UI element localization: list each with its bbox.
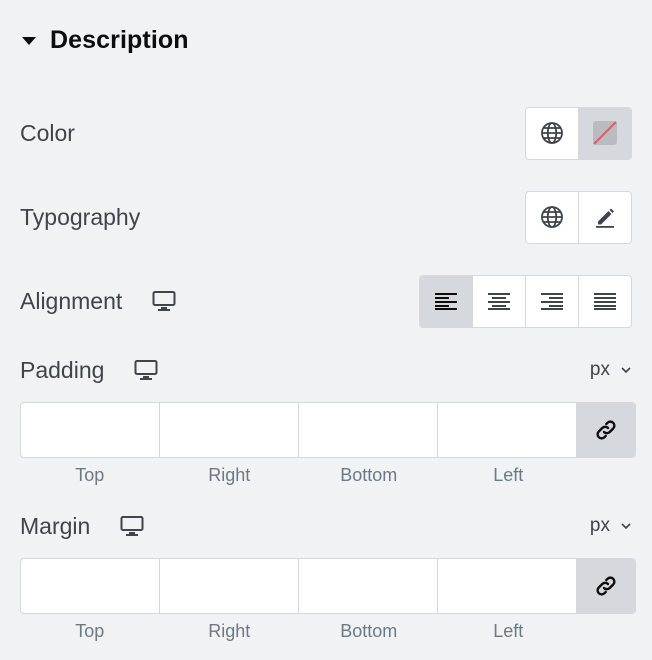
chevron-down-icon	[620, 366, 632, 374]
align-center-icon	[488, 293, 510, 310]
edit-typography-button[interactable]	[578, 191, 631, 243]
section-toggle-description[interactable]: Description	[22, 22, 189, 58]
margin-left-input[interactable]	[438, 559, 576, 613]
align-left-button[interactable]	[420, 275, 472, 327]
alignment-control: Alignment	[20, 273, 632, 329]
margin-unit-value: px	[589, 515, 610, 536]
margin-dimensions	[20, 558, 636, 614]
color-control: Color	[20, 105, 632, 161]
align-right-icon	[541, 293, 563, 310]
align-right-button[interactable]	[525, 275, 578, 327]
padding-left-label: Left	[493, 465, 524, 485]
padding-right-input[interactable]	[160, 403, 298, 457]
typography-label: Typography	[20, 203, 141, 230]
margin-bottom-input[interactable]	[299, 559, 437, 613]
padding-unit-select[interactable]: px	[590, 359, 632, 381]
globe-icon	[541, 122, 563, 144]
padding-top-label: Top	[75, 465, 105, 485]
caret-down-icon	[22, 37, 36, 45]
padding-bottom-label: Bottom	[340, 465, 398, 485]
alignment-label: Alignment	[20, 287, 123, 314]
alignment-button-group	[419, 274, 632, 328]
padding-right-label: Right	[208, 465, 251, 485]
align-justify-button[interactable]	[578, 275, 631, 327]
link-icon	[596, 576, 616, 596]
section-title: Description	[50, 25, 189, 54]
globe-icon	[541, 206, 563, 228]
align-justify-icon	[594, 293, 616, 310]
padding-link-button[interactable]	[577, 403, 635, 457]
padding-dimension-labels: Top Right Bottom Left	[20, 465, 578, 486]
align-center-button[interactable]	[472, 275, 525, 327]
margin-top-input[interactable]	[21, 559, 159, 613]
global-color-button[interactable]	[526, 108, 578, 159]
global-typography-button[interactable]	[526, 192, 578, 243]
desktop-icon[interactable]	[152, 290, 176, 312]
margin-dimension-labels: Top Right Bottom Left	[20, 621, 578, 642]
desktop-icon[interactable]	[120, 515, 144, 537]
padding-dimensions	[20, 402, 636, 458]
padding-bottom-input[interactable]	[299, 403, 437, 457]
chevron-down-icon	[620, 522, 632, 530]
padding-label: Padding	[20, 356, 105, 383]
margin-unit-select[interactable]: px	[590, 515, 632, 537]
margin-header: Margin px	[20, 508, 632, 544]
margin-right-input[interactable]	[160, 559, 298, 613]
padding-top-input[interactable]	[21, 403, 159, 457]
margin-link-button[interactable]	[577, 559, 635, 613]
padding-header: Padding px	[20, 352, 632, 388]
typography-button-group	[525, 190, 632, 244]
color-button-group	[525, 106, 632, 160]
desktop-icon[interactable]	[134, 359, 158, 381]
margin-bottom-label: Bottom	[340, 621, 398, 641]
typography-control: Typography	[20, 189, 632, 245]
margin-label: Margin	[20, 512, 91, 539]
margin-left-label: Left	[493, 621, 524, 641]
color-swatch-empty	[593, 121, 617, 145]
padding-unit-value: px	[589, 359, 610, 380]
link-icon	[596, 420, 616, 440]
padding-left-input[interactable]	[438, 403, 576, 457]
pencil-icon	[596, 208, 614, 228]
align-left-icon	[435, 293, 457, 310]
margin-right-label: Right	[208, 621, 251, 641]
margin-top-label: Top	[75, 621, 105, 641]
color-picker-button[interactable]	[578, 107, 631, 159]
color-label: Color	[20, 119, 75, 146]
